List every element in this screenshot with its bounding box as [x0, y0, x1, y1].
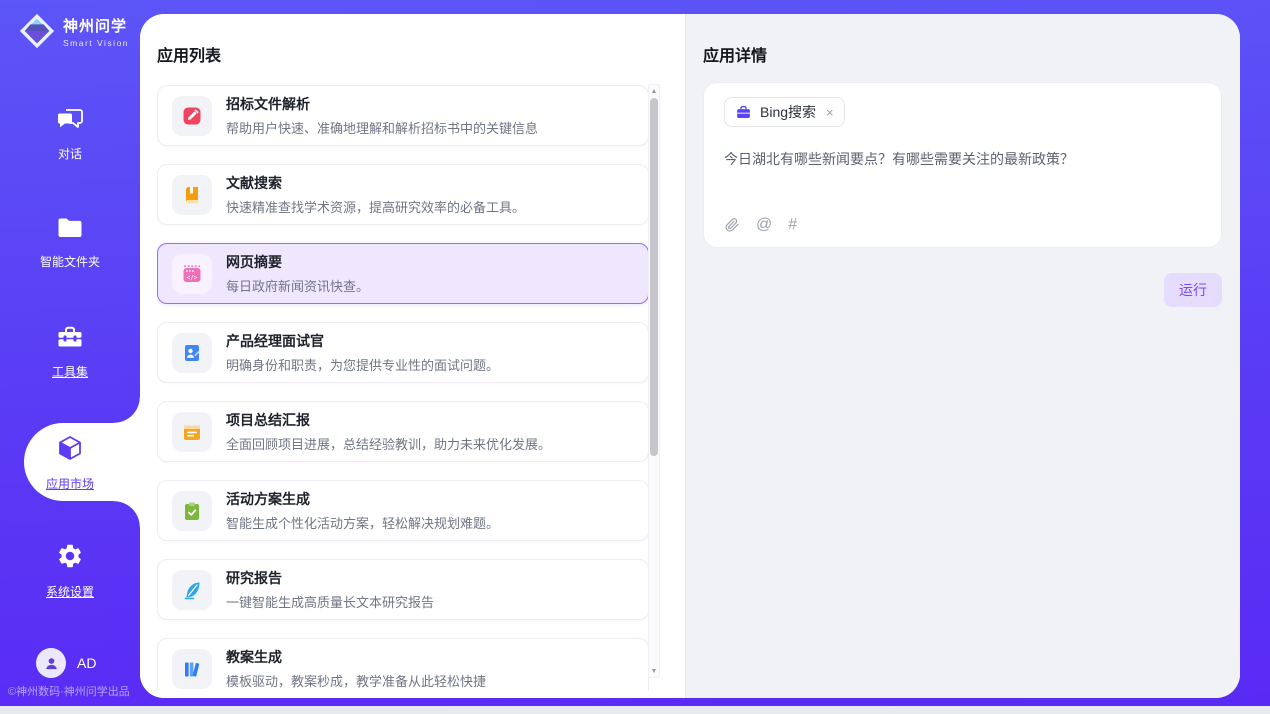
app-item-event-plan[interactable]: 活动方案生成 智能生成个性化活动方案，轻松解决规划难题。: [157, 480, 649, 541]
sidebar-item-label: 系统设置: [0, 583, 140, 600]
browser-code-icon: </>: [181, 263, 203, 285]
app-title: 教案生成: [226, 647, 486, 667]
app-item-project-summary[interactable]: 项目总结汇报 全面回顾项目进展，总结经验教训，助力未来优化发展。: [157, 401, 649, 462]
app-desc: 每日政府新闻资讯快查。: [226, 276, 369, 295]
main-content: 应用列表 招标文件解析 帮助用户快速、准确地理解和解析招标书中的关键信息: [140, 14, 1240, 698]
copyright-text: ©神州数码·神州问学出品: [8, 683, 130, 699]
quill-icon: [181, 579, 203, 601]
app-list: 招标文件解析 帮助用户快速、准确地理解和解析招标书中的关键信息 文献搜索 快速精…: [157, 85, 649, 691]
sidebar-item-label: 智能文件夹: [0, 253, 140, 270]
chat-icon: [56, 108, 84, 132]
briefcase-icon: [735, 104, 752, 121]
app-desc: 全面回顾项目进展，总结经验教训，助力未来优化发展。: [226, 434, 551, 453]
books-icon: [181, 658, 203, 680]
app-desc: 帮助用户快速、准确地理解和解析招标书中的关键信息: [226, 118, 538, 137]
scrollbar-thumb[interactable]: [650, 98, 658, 456]
query-text[interactable]: 今日湖北有哪些新闻要点？有哪些需要关注的最新政策？: [724, 149, 1201, 169]
app-list-panel: 应用列表 招标文件解析 帮助用户快速、准确地理解和解析招标书中的关键信息: [140, 14, 685, 698]
app-item-literature-search[interactable]: 文献搜索 快速精准查找学术资源，提高研究效率的必备工具。: [157, 164, 649, 225]
app-detail-title: 应用详情: [703, 42, 1222, 66]
gear-icon: [56, 542, 84, 570]
sidebar-item-app-market[interactable]: 应用市场: [0, 434, 140, 492]
app-item-web-summary[interactable]: </> 网页摘要 每日政府新闻资讯快查。: [157, 243, 649, 304]
app-title: 项目总结汇报: [226, 410, 551, 430]
sidebar-item-settings[interactable]: 系统设置: [0, 542, 140, 600]
sidebar-item-label: 工具集: [0, 363, 140, 380]
toolbox-icon: [56, 324, 84, 350]
run-button[interactable]: 运行: [1164, 273, 1222, 307]
app-desc: 智能生成个性化活动方案，轻松解决规划难题。: [226, 513, 499, 532]
app-title: 活动方案生成: [226, 489, 499, 509]
attachment-icon[interactable]: [724, 217, 740, 233]
book-icon: [181, 184, 203, 206]
app-item-bid-parsing[interactable]: 招标文件解析 帮助用户快速、准确地理解和解析招标书中的关键信息: [157, 85, 649, 146]
app-item-lesson-plan[interactable]: 教案生成 模板驱动，教案秒成，教学准备从此轻松快捷: [157, 638, 649, 691]
avatar: [36, 648, 66, 678]
app-item-research-report[interactable]: 研究报告 一键智能生成高质量长文本研究报告: [157, 559, 649, 620]
user-name: AD: [77, 655, 96, 671]
calendar-icon: [181, 421, 203, 443]
tool-tag-close-icon[interactable]: ×: [826, 105, 834, 120]
app-desc: 一键智能生成高质量长文本研究报告: [226, 592, 434, 611]
brand-logo: 神州问学 Smart Vision: [18, 12, 129, 50]
scrollbar[interactable]: ▲ ▼: [648, 84, 660, 678]
sidebar: 神州问学 Smart Vision 对话 智能文件夹 工具集: [0, 0, 140, 706]
app-desc: 明确身份和职责，为您提供专业性的面试问题。: [226, 355, 499, 374]
user-account[interactable]: AD: [36, 648, 96, 678]
scrollbar-down-arrow[interactable]: ▼: [649, 665, 659, 677]
folder-icon: [56, 216, 84, 240]
brand-name: 神州问学: [63, 15, 129, 36]
app-detail-panel: 应用详情 Bing搜索 × 今日湖北有哪些新闻要点？有哪些需要关注的最新政策？ …: [685, 14, 1240, 698]
sidebar-item-chat[interactable]: 对话: [0, 108, 140, 162]
app-item-pm-interviewer[interactable]: 产品经理面试官 明确身份和职责，为您提供专业性的面试问题。: [157, 322, 649, 383]
scrollbar-up-arrow[interactable]: ▲: [649, 85, 659, 97]
sidebar-item-smart-folder[interactable]: 智能文件夹: [0, 216, 140, 270]
prompt-card[interactable]: Bing搜索 × 今日湖北有哪些新闻要点？有哪些需要关注的最新政策？ @ #: [703, 82, 1222, 248]
interviewer-icon: [181, 342, 203, 364]
sidebar-item-label: 对话: [0, 145, 140, 162]
composer-toolbar: @ #: [724, 216, 797, 234]
clipboard-check-icon: [181, 500, 203, 522]
diamond-logo-icon: [18, 12, 56, 50]
cube-icon: [55, 434, 85, 462]
app-title: 招标文件解析: [226, 94, 538, 114]
hashtag-icon[interactable]: #: [788, 216, 797, 234]
app-list-title: 应用列表: [157, 42, 685, 66]
sidebar-item-toolset[interactable]: 工具集: [0, 324, 140, 380]
pen-document-icon: [181, 105, 203, 127]
sidebar-item-label: 应用市场: [0, 475, 140, 492]
app-title: 产品经理面试官: [226, 331, 499, 351]
app-desc: 快速精准查找学术资源，提高研究效率的必备工具。: [226, 197, 525, 216]
app-title: 研究报告: [226, 568, 434, 588]
svg-text:</>: </>: [187, 274, 198, 281]
person-icon: [43, 655, 60, 672]
tool-tag-label: Bing搜索: [760, 102, 816, 122]
app-desc: 模板驱动，教案秒成，教学准备从此轻松快捷: [226, 671, 486, 690]
app-title: 文献搜索: [226, 173, 525, 193]
mention-icon[interactable]: @: [756, 216, 772, 234]
tool-tag-bing-search[interactable]: Bing搜索 ×: [724, 97, 845, 127]
brand-subtitle: Smart Vision: [63, 38, 129, 48]
app-title: 网页摘要: [226, 252, 369, 272]
